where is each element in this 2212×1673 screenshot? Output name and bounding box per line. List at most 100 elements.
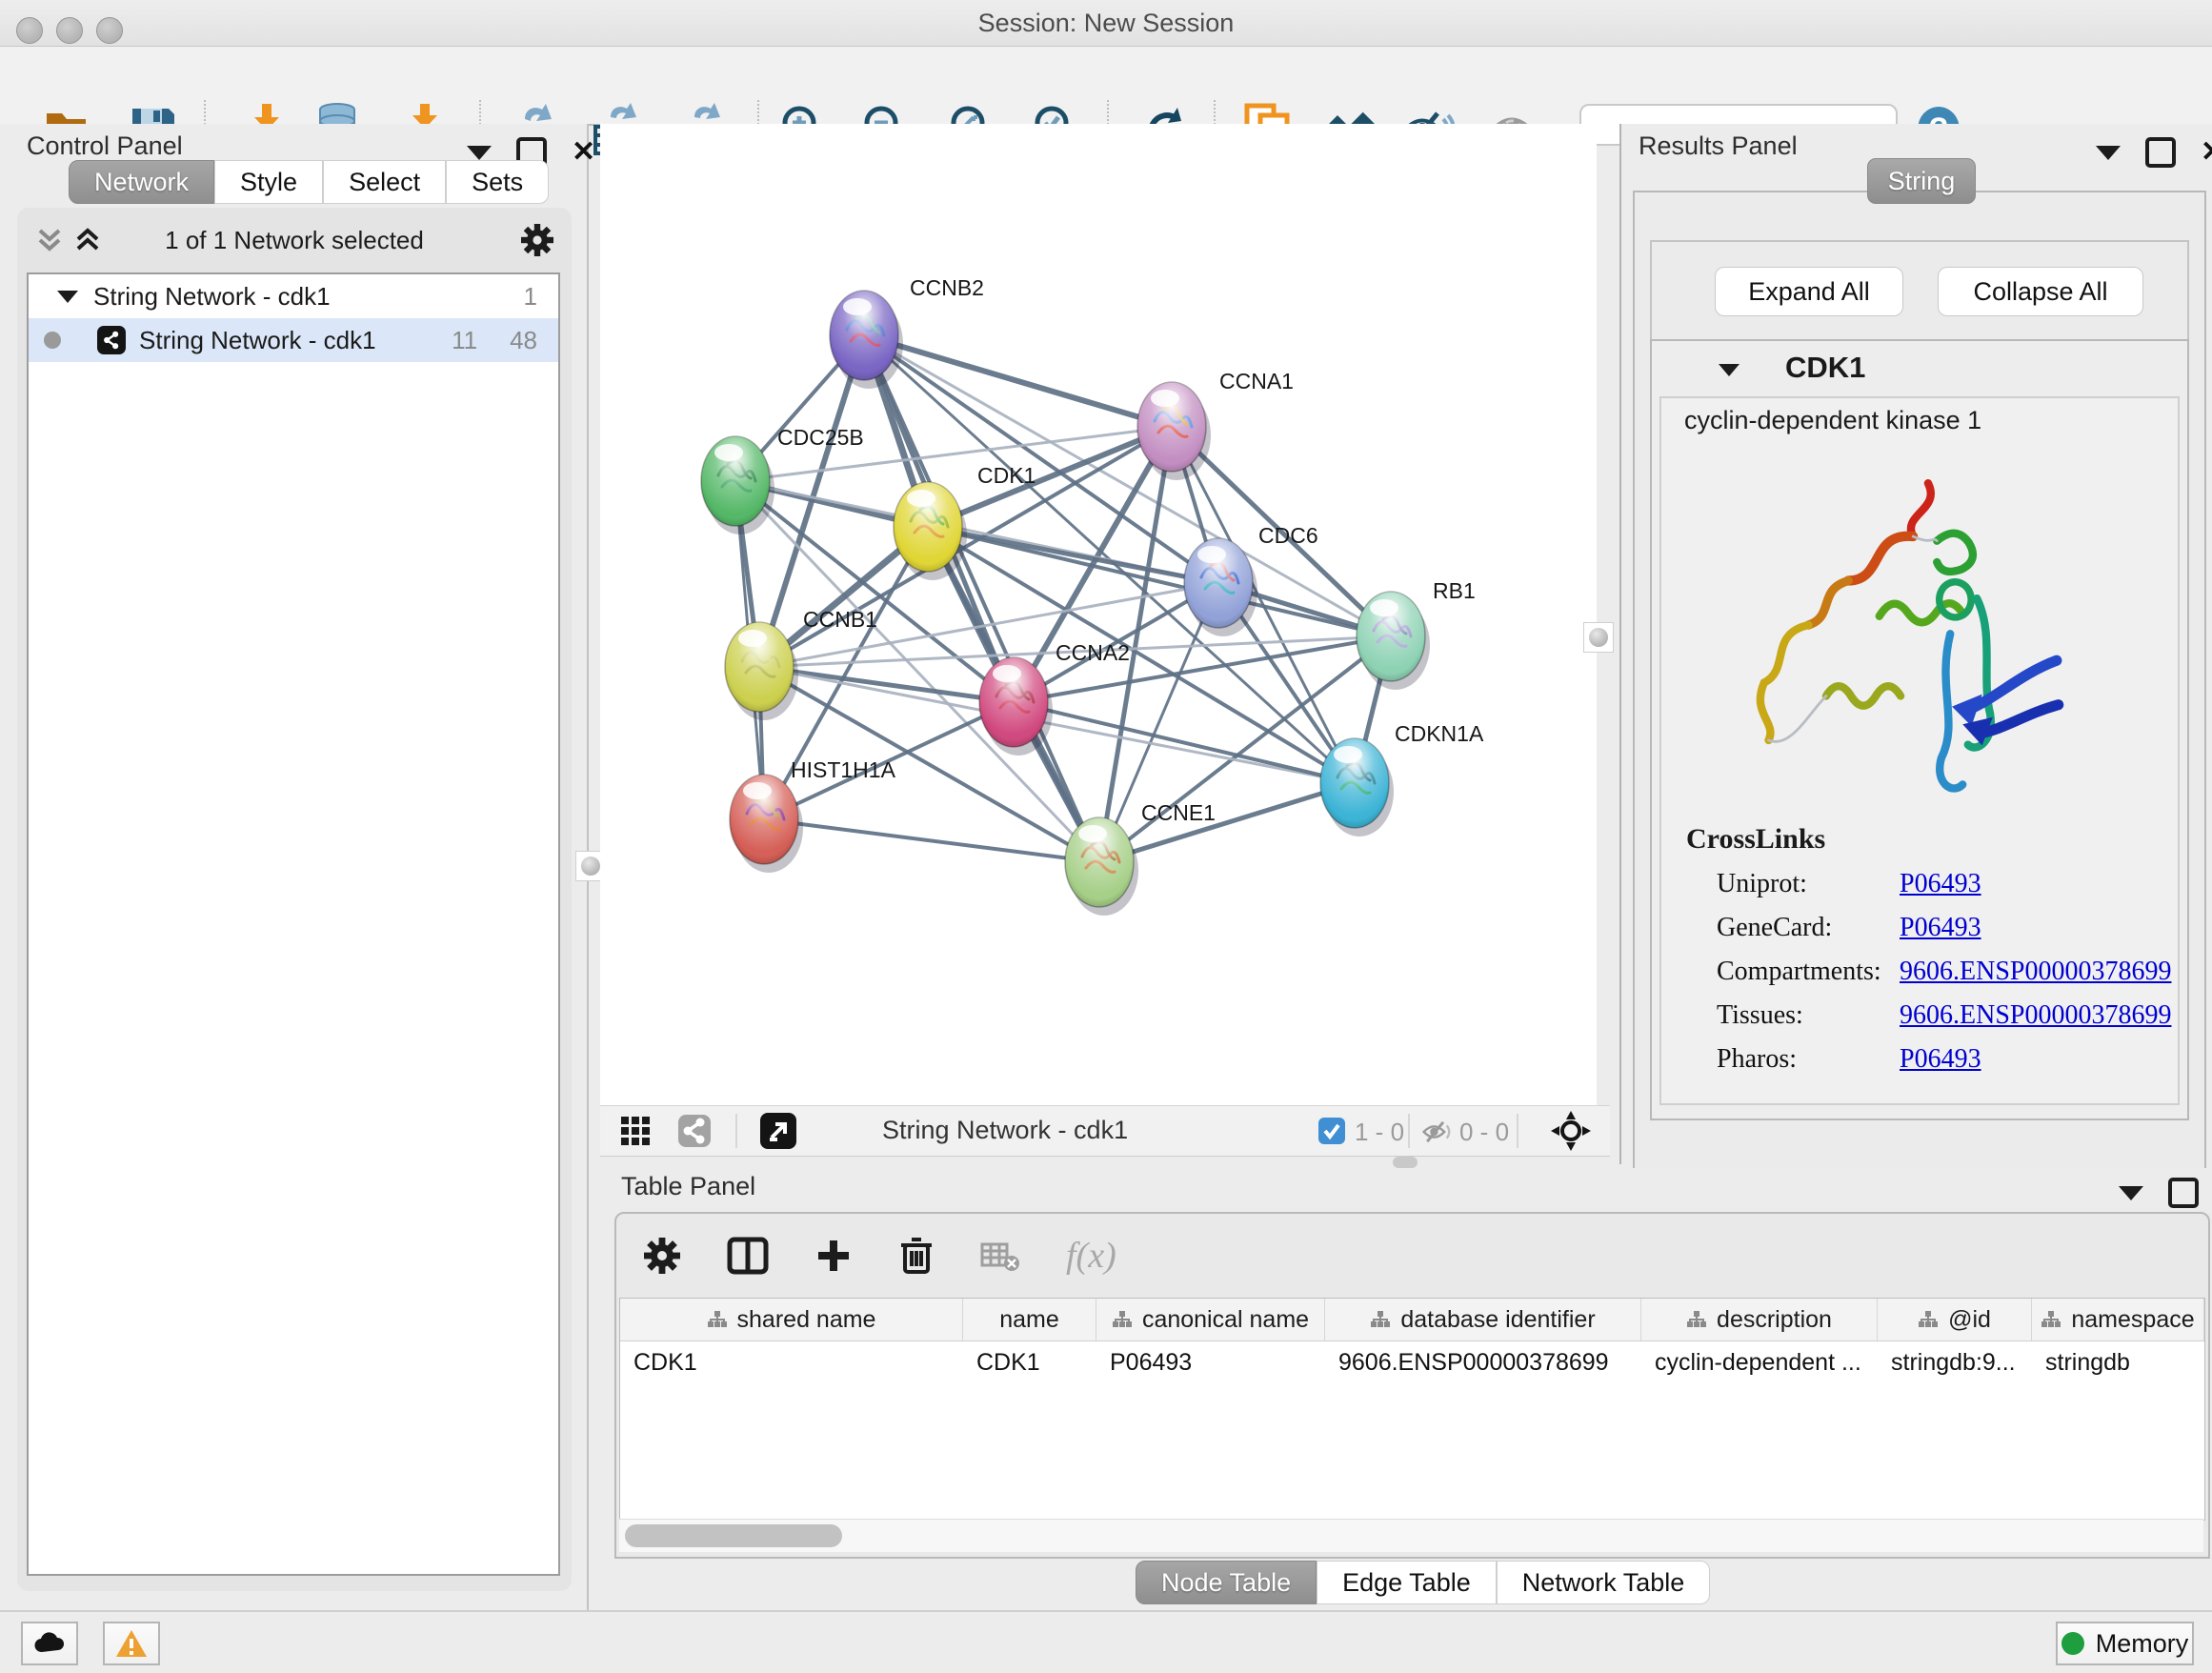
column-header-description[interactable]: description [1641,1299,1878,1340]
network-options-gear-icon[interactable] [520,223,554,257]
table-panel-title: Table Panel [621,1172,755,1201]
network-node-ccna1[interactable]: CCNA1 [1137,369,1294,480]
network-canvas[interactable]: CCNB2CCNA1CDC25BCDK1CDC6RB1CCNB1CCNA2CDK… [600,124,1597,1105]
network-node-label: CDK1 [977,463,1036,488]
tree-icon [707,1310,728,1329]
window-title: Session: New Session [0,0,2212,46]
gene-description: cyclin-dependent kinase 1 [1684,406,1981,435]
warning-button[interactable] [103,1622,160,1665]
table-cell[interactable]: cyclin-dependent ... [1641,1341,1878,1383]
tab-network-table[interactable]: Network Table [1497,1561,1711,1604]
network-node-label: CCNB1 [803,607,877,632]
tab-select[interactable]: Select [323,160,446,204]
grid-view-icon[interactable] [619,1115,652,1147]
collapse-all-button[interactable]: Collapse All [1938,267,2143,316]
table-panel-float-icon[interactable] [2168,1178,2199,1208]
table-cell[interactable]: P06493 [1096,1341,1325,1383]
column-header-name[interactable]: name [963,1299,1096,1340]
network-node-rb1[interactable]: RB1 [1357,578,1476,690]
network-node-hist1h1a[interactable]: HIST1H1A [730,757,896,873]
column-header-namespace[interactable]: namespace [2032,1299,2204,1340]
crosslinks-title: CrossLinks [1686,823,1825,856]
create-column-icon[interactable] [814,1237,853,1275]
collection-count: 1 [524,282,537,312]
cloud-button[interactable] [21,1622,78,1665]
column-header--id[interactable]: @id [1878,1299,2032,1340]
results-tab-string[interactable]: String [1867,158,1976,204]
network-label: String Network - cdk1 [139,326,376,355]
table-cell[interactable]: stringdb [2032,1341,2204,1383]
results-panel-close-icon[interactable]: ✕ [2201,141,2212,164]
network-edge[interactable] [864,335,1099,862]
crosslink-tissues[interactable]: 9606.ENSP00000378699 [1900,1000,2171,1031]
show-columns-icon[interactable] [727,1237,769,1275]
column-header-shared-name[interactable]: shared name [620,1299,963,1340]
entry-detail-box: cyclin-dependent kinase 1 [1659,396,2180,1105]
table-horizontal-scrollbar[interactable] [619,1519,2203,1552]
table-panel-menu-icon[interactable] [2119,1186,2143,1200]
control-panel-close-icon[interactable]: ✕ [572,141,595,164]
network-collection-row[interactable]: String Network - cdk1 1 [29,274,558,318]
table-panel: Table Panel ✕ f(x) shared namenamecanoni… [598,1168,2212,1610]
control-panel-menu-icon[interactable] [467,146,492,160]
hidden-eye-icon [1421,1118,1454,1146]
memory-status-dot [2061,1632,2084,1655]
crosslink-row: Pharos:P06493 [1688,1044,2164,1088]
column-header-database-identifier[interactable]: database identifier [1325,1299,1641,1340]
collection-expand-icon[interactable] [55,287,80,306]
column-header-canonical-name[interactable]: canonical name [1096,1299,1325,1340]
expand-all-button[interactable]: Expand All [1715,267,1903,316]
function-builder-icon[interactable]: f(x) [1066,1235,1116,1277]
crosslink-pharos[interactable]: P06493 [1900,1044,1981,1075]
string-view-icon[interactable] [678,1115,711,1147]
network-node-ccnb2[interactable]: CCNB2 [830,275,984,389]
protein-structure-image [1715,448,2115,829]
table-options-gear-icon[interactable] [643,1237,681,1275]
crosslink-row: Compartments:9606.ENSP00000378699 [1688,957,2164,1000]
network-edge[interactable] [864,335,1172,427]
crosslink-row: Tissues:9606.ENSP00000378699 [1688,1000,2164,1044]
network-node-label: CCNB2 [910,275,984,300]
tab-network[interactable]: Network [69,160,214,204]
node-result-section: CDK1 cyclin-dependent kinase 1 [1650,339,2189,1120]
horizontal-splitter-handle[interactable] [1393,1157,1418,1168]
network-node-cdkn1a[interactable]: CDKN1A [1320,721,1484,836]
network-edge[interactable] [1014,702,1355,783]
tree-icon [1370,1310,1391,1329]
network-node-ccna2[interactable]: CCNA2 [979,640,1130,756]
scrollbar-thumb[interactable] [625,1524,842,1547]
birds-eye-view-icon[interactable] [1551,1111,1591,1151]
tab-edge-table[interactable]: Edge Table [1317,1561,1497,1604]
table-cell[interactable]: stringdb:9... [1878,1341,2032,1383]
crosslink-genecard[interactable]: P06493 [1900,913,1981,943]
table-row[interactable]: CDK1CDK1P064939606.ENSP00000378699cyclin… [620,1341,2204,1383]
hidden-counts: 0 - 0 [1459,1118,1509,1147]
results-panel-menu-icon[interactable] [2096,146,2121,160]
network-edge[interactable] [764,819,1099,862]
crosslink-row: GeneCard:P06493 [1688,913,2164,957]
main-toolbar: ? [0,47,2212,126]
right-splitter-handle[interactable] [1583,622,1614,653]
selected-checkbox-icon[interactable] [1318,1118,1345,1144]
results-panel-float-icon[interactable] [2145,137,2176,168]
delete-columns-icon[interactable] [898,1236,935,1276]
table-cell[interactable]: CDK1 [963,1341,1096,1383]
tab-node-table[interactable]: Node Table [1136,1561,1317,1604]
tab-sets[interactable]: Sets [446,160,549,204]
crosslink-uniprot[interactable]: P06493 [1900,869,1981,899]
network-row-selected[interactable]: String Network - cdk1 11 48 [29,318,558,362]
selected-counts: 1 - 0 [1355,1118,1404,1147]
delete-table-icon[interactable] [980,1239,1020,1273]
network-edge[interactable] [1099,783,1355,862]
network-view-toolbar: String Network - cdk1 1 - 0 0 - 0 [600,1105,1610,1157]
table-cell[interactable]: 9606.ENSP00000378699 [1325,1341,1641,1383]
network-node-ccne1[interactable]: CCNE1 [1065,800,1216,916]
entry-collapse-icon[interactable] [1717,360,1741,379]
table-cell[interactable]: CDK1 [620,1341,963,1383]
string-app-icon [97,326,126,354]
table-container: f(x) shared namenamecanonical namedataba… [614,1212,2210,1559]
crosslink-compartments[interactable]: 9606.ENSP00000378699 [1900,957,2171,987]
detach-view-icon[interactable] [760,1113,796,1149]
tab-style[interactable]: Style [214,160,323,204]
memory-button[interactable]: Memory [2056,1622,2194,1665]
